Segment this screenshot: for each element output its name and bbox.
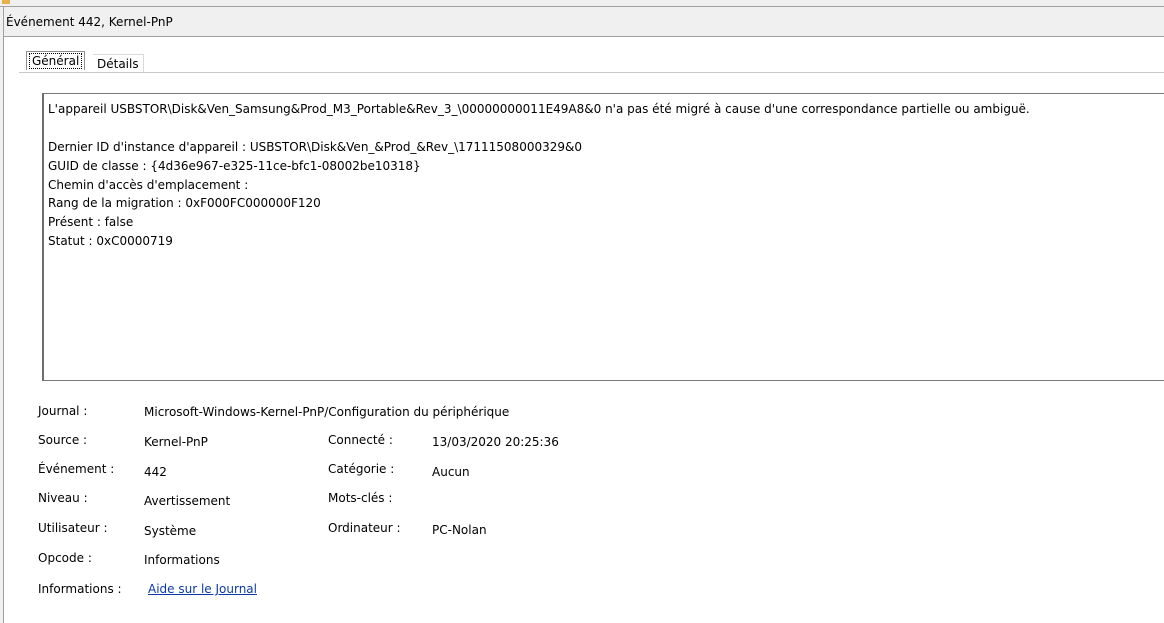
info-label: Informations : <box>38 582 122 596</box>
journal-help-link[interactable]: Aide sur le Journal <box>148 582 257 596</box>
message-line-1: L'appareil USBSTOR\Disk&Ven_Samsung&Prod… <box>48 102 1030 116</box>
message-line-2: Dernier ID d'instance d'appareil : USBST… <box>48 140 582 154</box>
connected-value: 13/03/2020 20:25:36 <box>432 435 559 449</box>
message-line-4: Chemin d'accès d'emplacement : <box>48 178 249 192</box>
computer-value: PC-Nolan <box>432 523 487 537</box>
opcode-label: Opcode : <box>38 551 92 565</box>
tab-details[interactable]: Détails <box>93 54 144 73</box>
user-value: Système <box>144 524 197 538</box>
connected-label: Connecté : <box>328 433 393 447</box>
event-properties-panel: Général Détails L'appareil USBSTOR\Disk&… <box>4 37 1164 623</box>
journal-value: Microsoft-Windows-Kernel-PnP/Configurati… <box>144 405 510 419</box>
source-label: Source : <box>38 433 88 447</box>
message-line-5: Rang de la migration : 0xF000FC000000F12… <box>48 196 321 210</box>
event-title-bar: Événement 442, Kernel-PnP <box>4 7 1164 37</box>
opcode-value: Informations <box>144 553 220 567</box>
journal-label: Journal : <box>38 404 88 418</box>
computer-label: Ordinateur : <box>328 521 401 535</box>
tab-details-label: Détails <box>97 57 139 71</box>
keywords-label: Mots-clés : <box>328 491 393 505</box>
level-value: Avertissement <box>144 494 231 508</box>
event-description-box[interactable]: L'appareil USBSTOR\Disk&Ven_Samsung&Prod… <box>42 93 1164 381</box>
user-label: Utilisateur : <box>38 521 108 535</box>
event-title: Événement 442, Kernel-PnP <box>6 15 173 29</box>
message-line-7: Statut : 0xC0000719 <box>48 234 173 248</box>
category-value: Aucun <box>432 465 470 479</box>
window-top-strip <box>0 0 1164 7</box>
event-id-value: 442 <box>144 465 167 479</box>
tab-general-label: Général <box>28 53 83 69</box>
event-id-label: Événement : <box>38 462 115 476</box>
message-line-6: Présent : false <box>48 215 134 229</box>
app-icon <box>2 0 10 4</box>
category-label: Catégorie : <box>328 462 395 476</box>
level-label: Niveau : <box>38 491 88 505</box>
tab-general[interactable]: Général <box>26 51 86 70</box>
message-line-3: GUID de classe : {4d36e967-e325-11ce-bfc… <box>48 159 421 173</box>
tab-divider <box>19 72 1164 73</box>
source-value: Kernel-PnP <box>144 435 208 449</box>
